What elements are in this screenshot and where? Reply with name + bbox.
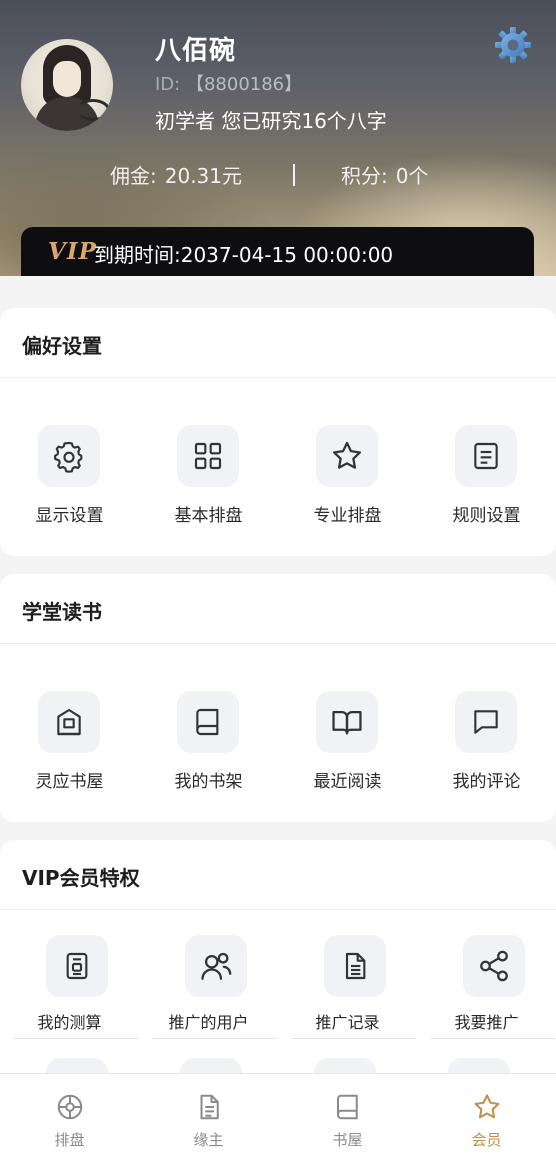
study-title: 学堂读书 — [22, 600, 102, 624]
display-settings-label: 显示设置 — [35, 506, 104, 526]
card-divider — [0, 909, 556, 910]
compass-icon — [57, 1094, 83, 1120]
preferences-card: 偏好设置 显示设置 基本排盘 专业排盘 规则设置 — [0, 308, 556, 556]
points-label: 积分: — [341, 164, 388, 188]
user-id: ID: 【8800186】 — [155, 70, 302, 96]
promoted-users-item[interactable]: 推广的用户 — [139, 935, 278, 1045]
star-icon — [474, 1094, 500, 1119]
study-card: 学堂读书 灵应书屋 我的书架 最近阅读 我的评论 — [0, 574, 556, 822]
file-icon — [200, 1094, 219, 1120]
avatar[interactable] — [21, 39, 113, 131]
preferences-title: 偏好设置 — [22, 334, 102, 358]
users-icon — [201, 952, 232, 980]
bottom-nav: 排盘 缘主 书屋 会员 — [0, 1073, 556, 1158]
calculation-doc-icon — [66, 952, 88, 980]
profile-header: 八佰碗 ID: 【8800186】 初学者 您已研究16个八字 佣金: 20.3… — [0, 0, 556, 276]
stats-divider — [293, 164, 295, 186]
vip-logo: VIP — [48, 238, 97, 265]
lingying-bookstore-label: 灵应书屋 — [35, 772, 104, 792]
nav-yuanzhu[interactable]: 缘主 — [139, 1074, 278, 1158]
my-bookshelf-item[interactable]: 我的书架 — [139, 691, 278, 801]
recent-reading-item[interactable]: 最近阅读 — [278, 691, 417, 801]
nav-yuanzhu-label: 缘主 — [193, 1131, 224, 1149]
nav-paipan-label: 排盘 — [54, 1131, 85, 1149]
item-underline — [14, 1038, 138, 1039]
commission-stat[interactable]: 佣金: 20.31元 — [110, 160, 242, 189]
document-list-icon — [474, 442, 498, 470]
promoted-users-label: 推广的用户 — [168, 1013, 249, 1032]
record-icon — [345, 952, 366, 980]
my-comments-label: 我的评论 — [452, 772, 521, 792]
commission-label: 佣金: — [110, 164, 157, 188]
my-comments-item[interactable]: 我的评论 — [417, 691, 556, 801]
my-bookshelf-label: 我的书架 — [174, 772, 243, 792]
recent-reading-label: 最近阅读 — [313, 772, 382, 792]
member-page: 八佰碗 ID: 【8800186】 初学者 您已研究16个八字 佣金: 20.3… — [0, 0, 556, 1158]
basic-chart-item[interactable]: 基本排盘 — [139, 425, 278, 535]
star-icon — [332, 441, 362, 469]
nav-shuwu-label: 书屋 — [332, 1131, 363, 1149]
nav-huiyuan-label: 会员 — [471, 1131, 502, 1149]
user-id-label: ID: — [155, 74, 181, 95]
promotion-records-label: 推广记录 — [315, 1013, 380, 1032]
stats-row: 佣金: 20.31元 积分: 0个 — [0, 160, 556, 190]
nav-shuwu[interactable]: 书屋 — [278, 1074, 417, 1158]
points-stat[interactable]: 积分: 0个 — [341, 160, 428, 189]
user-level: 初学者 您已研究16个八字 — [155, 109, 387, 133]
book-icon — [196, 708, 219, 736]
grid-icon — [194, 442, 222, 470]
username: 八佰碗 — [155, 36, 237, 66]
chat-icon — [474, 710, 498, 734]
nav-huiyuan[interactable]: 会员 — [417, 1074, 556, 1158]
card-divider — [0, 643, 556, 644]
my-calculations-item[interactable]: 我的测算 — [0, 935, 139, 1045]
vip-expiry-text: 到期时间:2037-04-15 00:00:00 — [94, 243, 394, 267]
my-calculations-label: 我的测算 — [37, 1013, 102, 1032]
gear-icon — [54, 441, 83, 473]
card-divider — [0, 377, 556, 378]
commission-value: 20.31元 — [164, 164, 243, 188]
promote-item[interactable]: 我要推广 — [417, 935, 556, 1045]
rule-settings-label: 规则设置 — [452, 506, 521, 526]
settings-gear-icon[interactable] — [494, 26, 532, 64]
open-book-icon — [332, 710, 362, 735]
points-value: 0个 — [395, 164, 429, 188]
pro-chart-item[interactable]: 专业排盘 — [278, 425, 417, 535]
book-icon — [337, 1094, 358, 1120]
vip-expiry-bar[interactable]: VIP 到期时间:2037-04-15 00:00:00 — [21, 227, 534, 276]
vip-privileges-title: VIP会员特权 — [22, 866, 140, 890]
item-underline — [431, 1038, 555, 1039]
promotion-records-item[interactable]: 推广记录 — [278, 935, 417, 1045]
item-underline — [153, 1038, 277, 1039]
lingying-bookstore-item[interactable]: 灵应书屋 — [0, 691, 139, 801]
nav-paipan[interactable]: 排盘 — [0, 1074, 139, 1158]
rule-settings-item[interactable]: 规则设置 — [417, 425, 556, 535]
promote-label: 我要推广 — [454, 1013, 519, 1032]
share-icon — [480, 950, 508, 982]
user-id-value: 【8800186】 — [185, 74, 303, 95]
basic-chart-label: 基本排盘 — [174, 506, 243, 526]
house-icon — [57, 708, 81, 736]
item-underline — [292, 1038, 416, 1039]
display-settings-item[interactable]: 显示设置 — [0, 425, 139, 535]
pro-chart-label: 专业排盘 — [313, 506, 382, 526]
